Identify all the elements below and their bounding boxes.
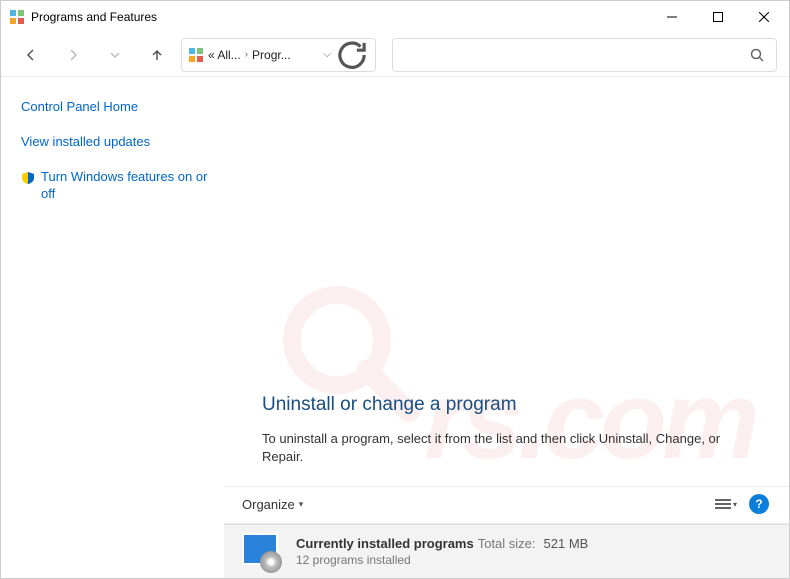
- view-updates-link[interactable]: View installed updates: [21, 134, 214, 151]
- refresh-button[interactable]: [335, 38, 369, 72]
- back-button[interactable]: [13, 38, 49, 72]
- page-subtext: To uninstall a program, select it from t…: [262, 430, 759, 466]
- window-title: Programs and Features: [31, 10, 157, 24]
- sidebar: Control Panel Home View installed update…: [1, 77, 224, 578]
- close-button[interactable]: [741, 1, 787, 33]
- windows-features-link[interactable]: Turn Windows features on or off: [41, 169, 214, 203]
- shield-icon: [21, 171, 35, 185]
- chevron-down-icon[interactable]: ⌵: [323, 49, 331, 60]
- breadcrumb-seg[interactable]: Progr...: [252, 48, 291, 62]
- status-size-label: Total size:: [478, 536, 536, 551]
- view-options-button[interactable]: ▾: [711, 491, 741, 517]
- maximize-button[interactable]: [695, 1, 741, 33]
- status-bar: Currently installed programs Total size: 5…: [224, 524, 789, 578]
- breadcrumb-seg[interactable]: « All...: [208, 48, 241, 62]
- status-count: 12 programs installed: [296, 553, 588, 567]
- organize-button[interactable]: Organize: [236, 493, 309, 516]
- status-size: 521 MB: [544, 536, 589, 551]
- recent-dropdown[interactable]: [97, 38, 133, 72]
- main-panel: rs.com Uninstall or change a program To …: [224, 77, 789, 578]
- address-bar[interactable]: « All... › Progr... ⌵: [181, 38, 376, 72]
- app-icon: [9, 9, 25, 25]
- help-button[interactable]: ?: [749, 494, 769, 514]
- titlebar: Programs and Features: [1, 1, 789, 33]
- list-toolbar: Organize ▾ ?: [224, 486, 789, 524]
- status-title: Currently installed programs: [296, 536, 474, 551]
- chevron-right-icon: ›: [245, 49, 248, 60]
- control-panel-icon: [188, 47, 204, 63]
- nav-toolbar: « All... › Progr... ⌵: [1, 33, 789, 77]
- programs-icon: [240, 531, 282, 573]
- page-title: Uninstall or change a program: [262, 394, 769, 416]
- search-input[interactable]: [392, 38, 777, 72]
- forward-button[interactable]: [55, 38, 91, 72]
- control-panel-home-link[interactable]: Control Panel Home: [21, 99, 214, 116]
- minimize-button[interactable]: [649, 1, 695, 33]
- up-button[interactable]: [139, 38, 175, 72]
